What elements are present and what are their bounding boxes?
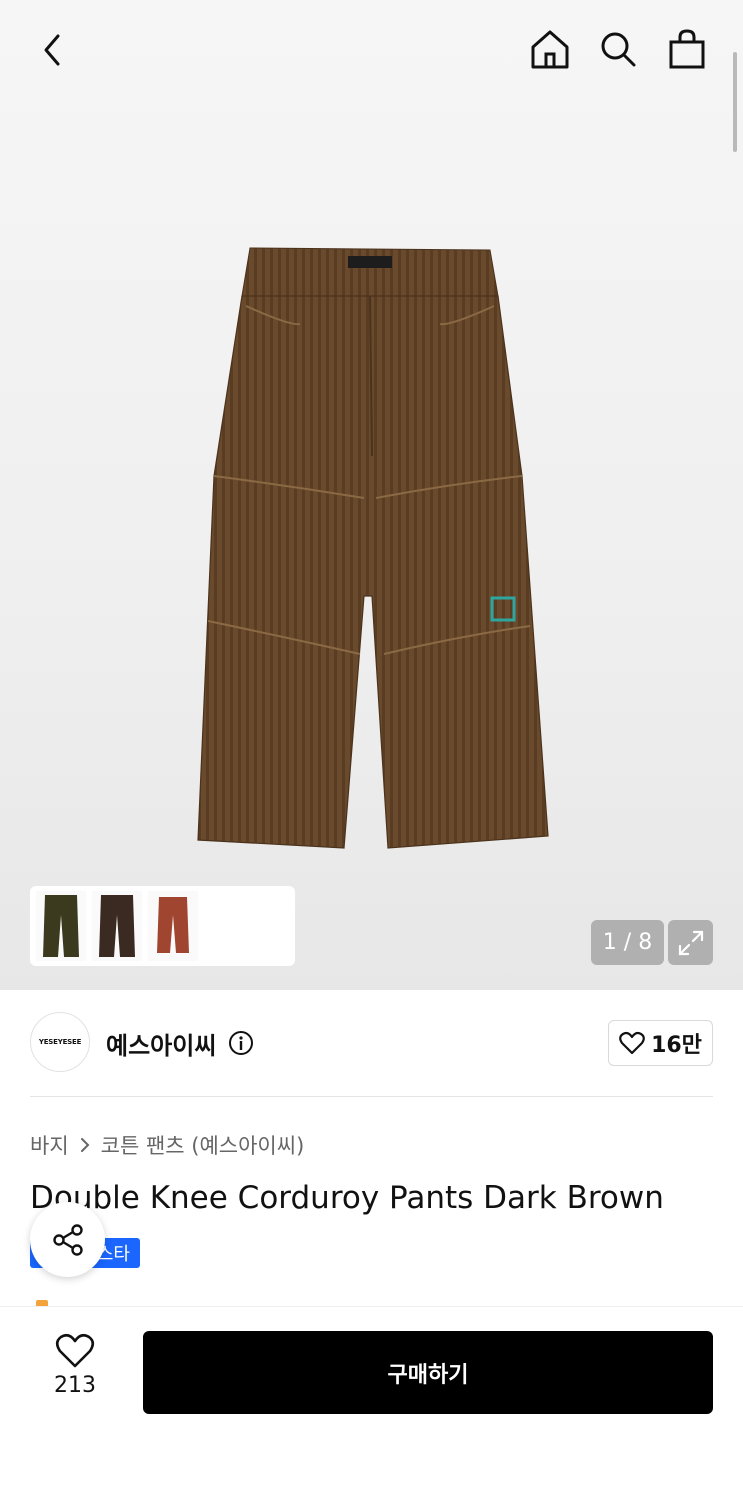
top-navigation	[0, 0, 743, 100]
product-image[interactable]	[150, 236, 590, 856]
thumbnail[interactable]	[92, 891, 142, 961]
share-icon	[52, 1223, 83, 1256]
thumbnail-swatch	[99, 895, 135, 957]
brand-like-count: 16만	[651, 1033, 702, 1058]
product-gallery[interactable]: 1 / 8	[0, 0, 743, 990]
brand-logo[interactable]: YESEYESEE	[30, 1012, 90, 1072]
chevron-right-icon	[80, 1138, 90, 1152]
home-button[interactable]	[527, 26, 573, 72]
expand-button[interactable]	[668, 920, 713, 965]
brand-name[interactable]: 예스아이씨	[106, 1026, 216, 1061]
image-counter: 1 / 8	[591, 920, 664, 965]
search-icon	[601, 32, 636, 67]
wishlist-button[interactable]: 213	[45, 1333, 105, 1413]
heart-icon	[619, 1031, 645, 1055]
thumbnail[interactable]	[148, 891, 198, 961]
info-icon	[229, 1031, 253, 1055]
back-button[interactable]	[30, 28, 74, 72]
info-button[interactable]	[228, 1030, 254, 1060]
thumbnail[interactable]	[36, 891, 86, 961]
thumbnail-strip	[30, 886, 295, 966]
scroll-indicator	[733, 52, 737, 152]
product-title: Double Knee Corduroy Pants Dark Brown	[30, 1180, 664, 1216]
chevron-left-icon	[44, 34, 60, 66]
share-button[interactable]	[30, 1202, 105, 1277]
search-button[interactable]	[595, 26, 641, 72]
breadcrumb-subcategory[interactable]: 코튼 팬츠 (예스아이씨)	[101, 1130, 305, 1160]
brand-row[interactable]: YESEYESEE 예스아이씨 16만	[30, 1012, 713, 1074]
home-icon	[531, 30, 569, 69]
breadcrumb-category[interactable]: 바지	[30, 1130, 69, 1160]
thumbnail-swatch	[43, 895, 79, 957]
breadcrumb: 바지 코튼 팬츠 (예스아이씨)	[30, 1130, 304, 1160]
expand-icon	[678, 930, 703, 955]
wishlist-count: 213	[54, 1373, 96, 1398]
heart-icon	[55, 1333, 95, 1368]
shopping-bag-icon	[669, 29, 705, 69]
thumbnail-swatch	[157, 897, 189, 953]
brand-like-button[interactable]: 16만	[608, 1020, 713, 1066]
bottom-action-bar: 213 구매하기	[0, 1306, 743, 1500]
buy-button[interactable]: 구매하기	[143, 1331, 713, 1414]
divider	[30, 1096, 713, 1097]
cart-button[interactable]	[664, 26, 710, 72]
